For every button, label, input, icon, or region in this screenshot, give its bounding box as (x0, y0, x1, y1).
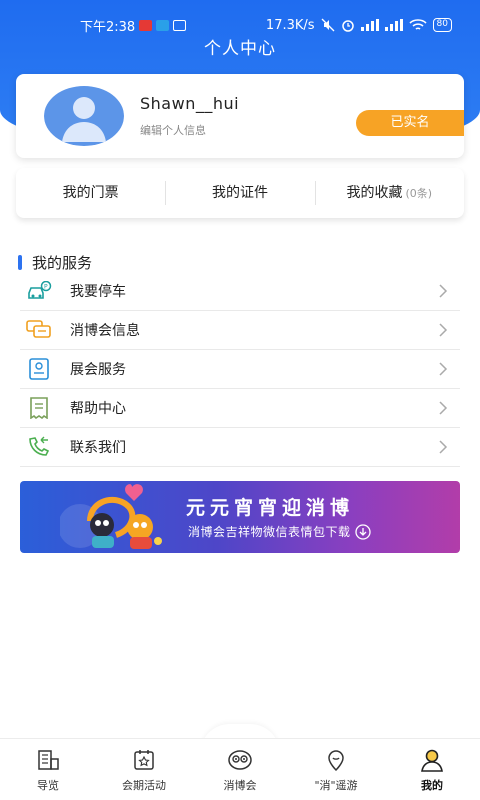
service-label: 我要停车 (70, 284, 126, 300)
chevron-right-icon (439, 362, 448, 376)
nav-label: 会期活动 (122, 779, 166, 792)
tab-my-tickets[interactable]: 我的门票 (16, 179, 165, 207)
battery-indicator: 80 (432, 18, 452, 32)
notification-settings-icon (173, 19, 187, 31)
page-title: 个人中心 (204, 39, 276, 59)
quick-tabs: 我的门票 我的证件 我的收藏 (0条) (16, 168, 464, 218)
tab-label: 我的证件 (211, 185, 268, 201)
phone-call-icon (26, 434, 52, 460)
document-badge-icon (26, 356, 52, 382)
service-item-help-center[interactable]: 帮助中心 (20, 389, 460, 428)
status-bar: 下午2:38 17.3K/s 80 (0, 14, 480, 36)
mute-icon (321, 18, 335, 32)
banner-subtitle-row: 消博会吉祥物微信表情包下载 (188, 523, 371, 540)
nav-item-events[interactable]: 会期活动 (96, 739, 192, 800)
tab-label: 我的收藏 (346, 185, 403, 201)
network-speed: 17.3K/s (265, 17, 315, 33)
banner-subtitle: 消博会吉祥物微信表情包下载 (188, 525, 351, 539)
download-icon (354, 523, 371, 540)
banner-title: 元元宵宵迎消博 (186, 497, 355, 519)
nav-item-guide[interactable]: 导览 (0, 739, 96, 800)
service-item-exhibition-service[interactable]: 展会服务 (20, 350, 460, 389)
alarm-icon (341, 20, 354, 32)
avatar[interactable] (44, 86, 124, 146)
status-indicators: 17.3K/s 80 (266, 18, 452, 33)
edit-profile-link[interactable]: 编辑个人信息 (140, 122, 206, 138)
parking-car-icon: P (26, 278, 52, 304)
tab-my-credentials[interactable]: 我的证件 (165, 179, 314, 207)
chevron-right-icon (439, 323, 448, 337)
mascot-face-icon (228, 750, 252, 770)
map-building-icon (38, 750, 59, 770)
user-profile-icon (421, 749, 443, 772)
chat-bubbles-icon (26, 317, 52, 343)
status-time-group: 下午2:38 (80, 16, 187, 35)
service-label: 联系我们 (70, 440, 126, 456)
verified-badge: 已实名 (356, 110, 464, 136)
service-list: P 我要停车 消博会信息 展会服务 帮助中心 联系我们 (20, 272, 460, 467)
chevron-right-icon (439, 440, 448, 454)
status-time: 下午2:38 (80, 19, 136, 35)
calendar-star-icon (134, 750, 154, 770)
nav-label: "消"遥游 (314, 779, 358, 792)
nav-label: 我的 (421, 779, 443, 792)
bottom-nav: 导览 会期活动 消博会 "消"遥游 我的 (0, 738, 480, 800)
nav-item-expo[interactable]: 消博会 (192, 739, 288, 800)
notification-chat-icon (156, 19, 170, 31)
tab-label: 我的门票 (62, 185, 119, 201)
nav-item-tour[interactable]: "消"遥游 (288, 739, 384, 800)
notification-app-icon (139, 19, 153, 31)
nav-label: 消博会 (223, 779, 257, 792)
nav-item-mine[interactable]: 我的 (384, 739, 480, 800)
profile-card[interactable]: Shawn__hui 编辑个人信息 已实名 (16, 74, 464, 158)
tab-my-favorites[interactable]: 我的收藏 (0条) (314, 179, 464, 207)
nav-label: 导览 (37, 779, 59, 792)
svg-text:P: P (44, 284, 48, 291)
service-item-parking[interactable]: P 我要停车 (20, 272, 460, 311)
wifi-icon (408, 18, 427, 30)
chevron-right-icon (439, 284, 448, 298)
mascot-sticker-banner[interactable]: 元元宵宵迎消博 消博会吉祥物微信表情包下载 (20, 481, 460, 553)
service-label: 帮助中心 (70, 401, 126, 417)
favorites-count: (0条) (405, 187, 433, 200)
signal-1-icon (360, 19, 379, 31)
receipt-icon (26, 395, 52, 421)
mascot-illustration (60, 484, 162, 549)
default-avatar-icon (44, 86, 124, 146)
username: Shawn__hui (140, 94, 240, 113)
service-item-contact-us[interactable]: 联系我们 (20, 428, 460, 467)
service-label: 消博会信息 (70, 323, 140, 339)
signal-2-icon (384, 19, 403, 31)
service-item-expo-info[interactable]: 消博会信息 (20, 311, 460, 350)
services-section-title: 我的服务 (18, 252, 92, 273)
service-label: 展会服务 (70, 362, 126, 378)
chevron-right-icon (439, 401, 448, 415)
location-pin-icon (328, 750, 344, 772)
